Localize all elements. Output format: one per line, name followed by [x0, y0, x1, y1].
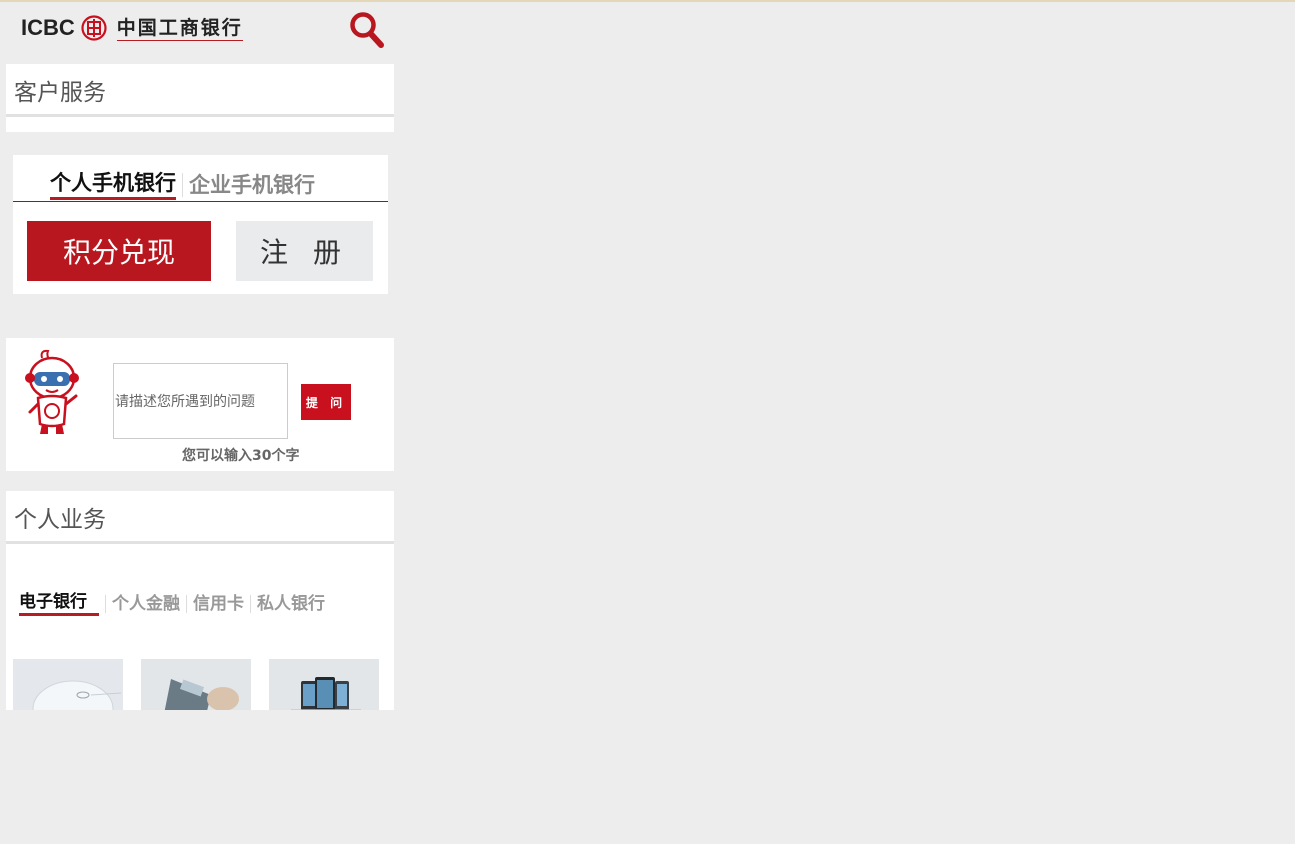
section-title: 客户服务: [14, 80, 106, 106]
tile-phone-banking[interactable]: [141, 659, 251, 710]
icbc-emblem-icon: [81, 15, 107, 41]
personal-business-section: 个人业务 电子银行 个人金融 信用卡 私人银行: [6, 491, 394, 710]
tab-e-banking[interactable]: 电子银行: [19, 591, 99, 616]
register-button[interactable]: 注 册: [236, 221, 373, 281]
search-button[interactable]: [349, 11, 385, 49]
mobile-bank-card: 个人手机银行 企业手机银行 积分兑现 注 册: [13, 155, 388, 294]
mobile-bank-tabs: 个人手机银行 企业手机银行: [50, 169, 315, 200]
phone-banking-image: [141, 659, 251, 710]
logo-cn: 中国工商银行: [116, 16, 243, 41]
section-footer: [6, 126, 394, 132]
divider: [6, 541, 394, 544]
question-input[interactable]: 请描述您所遇到的问题: [113, 363, 288, 439]
mobile-column: ICBC 中国工商银行 客户服务 个人手机银行 企业手机银行 积分兑现 注 册 …: [6, 2, 394, 710]
tab-corporate-mobile-bank[interactable]: 企业手机银行: [189, 171, 315, 199]
personal-business-tabs: 电子银行 个人金融 信用卡 私人银行: [19, 591, 325, 616]
tile-mobile-banking[interactable]: [269, 659, 379, 710]
ask-submit-button[interactable]: 提 问: [301, 384, 351, 420]
header: ICBC 中国工商银行: [6, 2, 394, 64]
tab-personal-mobile-bank[interactable]: 个人手机银行: [50, 169, 176, 200]
search-icon: [350, 12, 384, 48]
tab-credit-card[interactable]: 信用卡: [193, 593, 244, 615]
tabs-underline: [13, 201, 388, 202]
ask-question-panel: 请描述您所遇到的问题 提 问 您可以输入30个字: [6, 338, 394, 471]
char-limit-hint: 您可以输入30个字: [182, 448, 300, 464]
usb-key-image: [13, 659, 123, 710]
question-placeholder: 请描述您所遇到的问题: [115, 394, 255, 410]
customer-service-section: 客户服务: [6, 64, 394, 126]
icbc-logo[interactable]: ICBC 中国工商银行: [21, 13, 243, 43]
tab-separator: [182, 172, 183, 197]
tile-usb-key[interactable]: [13, 659, 123, 710]
service-tiles: [13, 659, 379, 710]
redeem-points-button[interactable]: 积分兑现: [27, 221, 211, 281]
tab-private-banking[interactable]: 私人银行: [257, 593, 325, 615]
tab-separator: [186, 594, 187, 613]
divider: [6, 114, 394, 117]
tab-separator: [250, 594, 251, 613]
mobile-banking-image: [269, 659, 379, 710]
tab-separator: [105, 594, 106, 613]
robot-mascot-icon: [25, 349, 79, 434]
section-title: 个人业务: [14, 507, 106, 533]
logo-en: ICBC: [21, 15, 75, 40]
tab-personal-finance[interactable]: 个人金融: [112, 593, 180, 615]
